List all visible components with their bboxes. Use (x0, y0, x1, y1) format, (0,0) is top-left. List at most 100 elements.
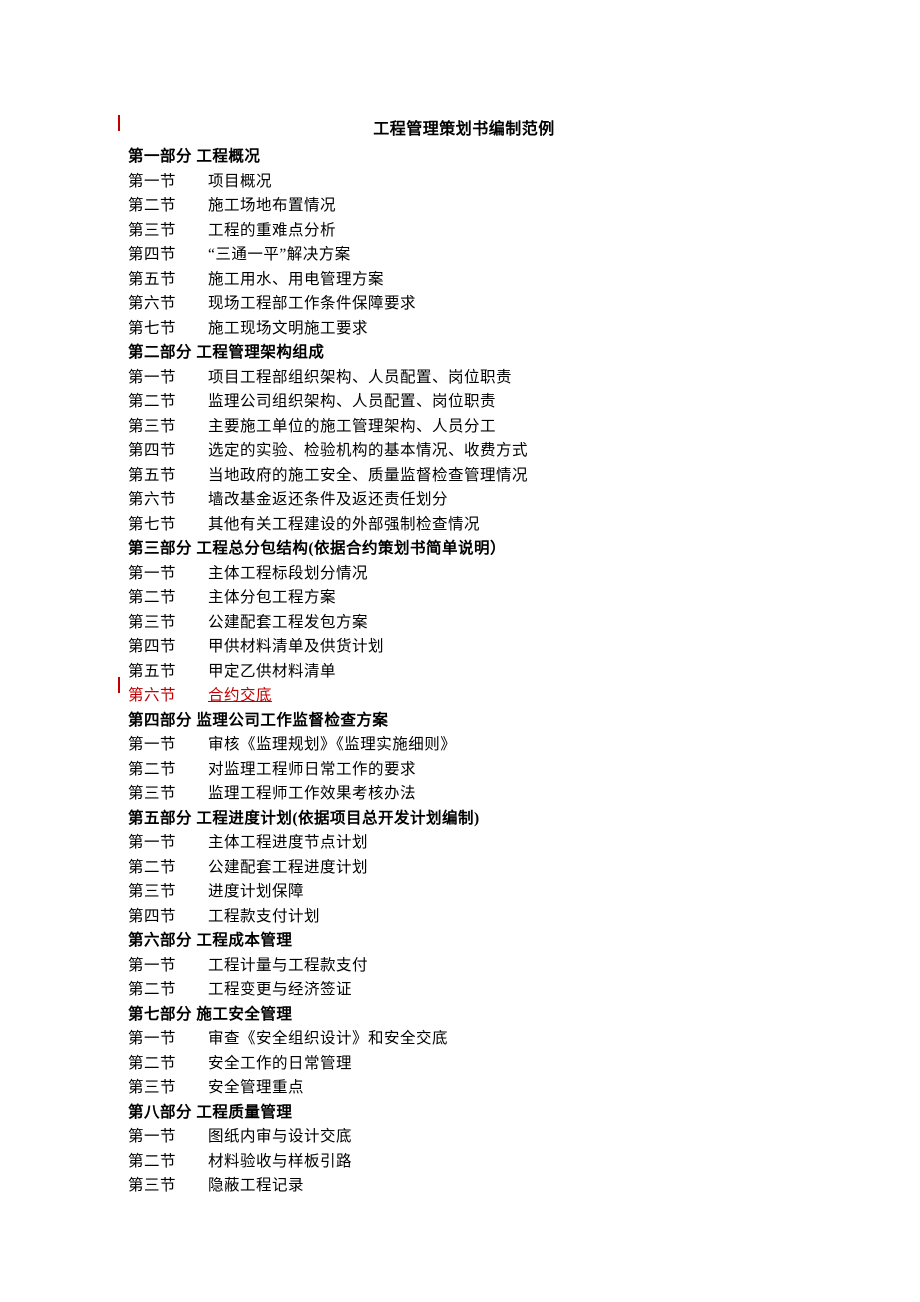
part-label: 第二部分 (128, 341, 192, 366)
section-label: 第二节 (128, 390, 208, 415)
section-label: 第一节 (128, 831, 208, 856)
section-label: 第四节 (128, 243, 208, 268)
section-label: 第七节 (128, 513, 208, 538)
section-row: 第四节“三通一平”解决方案 (128, 243, 800, 268)
section-text: 监理工程师工作效果考核办法 (208, 785, 416, 802)
section-row: 第二节公建配套工程进度计划 (128, 856, 800, 881)
section-text: 安全管理重点 (208, 1079, 304, 1096)
section-row: 第一节项目工程部组织架构、人员配置、岗位职责 (128, 366, 800, 391)
part-name: 工程管理架构组成 (196, 344, 324, 361)
part-header: 第五部分 工程进度计划(依据项目总开发计划编制) (128, 807, 800, 832)
section-label: 第一节 (128, 170, 208, 195)
section-row: 第二节安全工作的日常管理 (128, 1052, 800, 1077)
section-text: 甲供材料清单及供货计划 (208, 638, 384, 655)
part-name: 施工安全管理 (196, 1006, 292, 1023)
section-text: 当地政府的施工安全、质量监督检查管理情况 (208, 467, 528, 484)
section-text: 主体工程进度节点计划 (208, 834, 368, 851)
section-text: 其他有关工程建设的外部强制检查情况 (208, 516, 480, 533)
section-text: 工程变更与经济签证 (208, 981, 352, 998)
section-row: 第三节进度计划保障 (128, 880, 800, 905)
section-text: 项目工程部组织架构、人员配置、岗位职责 (208, 369, 512, 386)
section-row: 第一节工程计量与工程款支付 (128, 954, 800, 979)
section-label: 第二节 (128, 1150, 208, 1175)
part-label: 第一部分 (128, 145, 192, 170)
part-header: 第三部分 工程总分包结构(依据合约策划书简单说明） (128, 537, 800, 562)
section-label: 第四节 (128, 439, 208, 464)
section-text: 安全工作的日常管理 (208, 1055, 352, 1072)
section-row: 第五节当地政府的施工安全、质量监督检查管理情况 (128, 464, 800, 489)
section-label: 第一节 (128, 562, 208, 587)
section-row: 第一节审核《监理规划》《监理实施细则》 (128, 733, 800, 758)
section-row: 第四节工程款支付计划 (128, 905, 800, 930)
section-text: 对监理工程师日常工作的要求 (208, 761, 416, 778)
section-row: 第六节现场工程部工作条件保障要求 (128, 292, 800, 317)
edit-cursor-icon (118, 115, 120, 131)
section-row: 第一节图纸内审与设计交底 (128, 1125, 800, 1150)
section-row: 第二节施工场地布置情况 (128, 194, 800, 219)
section-text: 施工场地布置情况 (208, 197, 336, 214)
section-text: 施工现场文明施工要求 (208, 320, 368, 337)
section-text: 公建配套工程进度计划 (208, 859, 368, 876)
section-text: 图纸内审与设计交底 (208, 1128, 352, 1145)
section-label: 第四节 (128, 905, 208, 930)
section-label: 第二节 (128, 978, 208, 1003)
section-row: 第二节材料验收与样板引路 (128, 1150, 800, 1175)
document-page: 工程管理策划书编制范例 第一部分 工程概况第一节项目概况第二节施工场地布置情况第… (0, 0, 920, 1199)
section-label: 第三节 (128, 1174, 208, 1199)
section-label: 第三节 (128, 415, 208, 440)
section-row: 第一节主体工程标段划分情况 (128, 562, 800, 587)
section-row: 第二节对监理工程师日常工作的要求 (128, 758, 800, 783)
part-label: 第三部分 (128, 537, 192, 562)
part-name: 监理公司工作监督检查方案 (196, 712, 388, 729)
section-label: 第五节 (128, 660, 208, 685)
section-text: 进度计划保障 (208, 883, 304, 900)
part-header: 第四部分 监理公司工作监督检查方案 (128, 709, 800, 734)
section-text: 甲定乙供材料清单 (208, 663, 336, 680)
section-text: 隐蔽工程记录 (208, 1177, 304, 1194)
section-label: 第二节 (128, 758, 208, 783)
section-text: 工程的重难点分析 (208, 222, 336, 239)
section-label: 第一节 (128, 733, 208, 758)
section-label: 第一节 (128, 1125, 208, 1150)
part-header: 第六部分 工程成本管理 (128, 929, 800, 954)
section-text: 项目概况 (208, 173, 272, 190)
part-label: 第四部分 (128, 709, 192, 734)
part-header: 第一部分 工程概况 (128, 145, 800, 170)
section-row: 第一节主体工程进度节点计划 (128, 831, 800, 856)
section-text: 工程计量与工程款支付 (208, 957, 368, 974)
section-text: 墙改基金返还条件及返还责任划分 (208, 491, 448, 508)
section-label: 第三节 (128, 611, 208, 636)
section-text: 合约交底 (208, 687, 272, 704)
section-row: 第三节隐蔽工程记录 (128, 1174, 800, 1199)
section-row: 第五节施工用水、用电管理方案 (128, 268, 800, 293)
section-text: 工程款支付计划 (208, 908, 320, 925)
section-text: 材料验收与样板引路 (208, 1153, 352, 1170)
section-label: 第二节 (128, 856, 208, 881)
section-text: 主要施工单位的施工管理架构、人员分工 (208, 418, 496, 435)
section-row: 第五节甲定乙供材料清单 (128, 660, 800, 685)
part-header: 第七部分 施工安全管理 (128, 1003, 800, 1028)
section-text: 主体工程标段划分情况 (208, 565, 368, 582)
section-text: 现场工程部工作条件保障要求 (208, 295, 416, 312)
section-label: 第六节 (128, 488, 208, 513)
section-label: 第三节 (128, 880, 208, 905)
section-row: 第三节安全管理重点 (128, 1076, 800, 1101)
section-row: 第四节甲供材料清单及供货计划 (128, 635, 800, 660)
section-row: 第一节项目概况 (128, 170, 800, 195)
document-title: 工程管理策划书编制范例 (128, 115, 800, 139)
section-row: 第七节其他有关工程建设的外部强制检查情况 (128, 513, 800, 538)
section-label: 第一节 (128, 1027, 208, 1052)
edit-cursor-icon (118, 677, 120, 693)
part-label: 第七部分 (128, 1003, 192, 1028)
part-name: 工程总分包结构(依据合约策划书简单说明） (196, 540, 506, 557)
section-row: 第二节主体分包工程方案 (128, 586, 800, 611)
section-text: 主体分包工程方案 (208, 589, 336, 606)
section-label: 第四节 (128, 635, 208, 660)
section-row: 第七节施工现场文明施工要求 (128, 317, 800, 342)
section-row: 第三节工程的重难点分析 (128, 219, 800, 244)
toc-content: 第一部分 工程概况第一节项目概况第二节施工场地布置情况第三节工程的重难点分析第四… (128, 145, 800, 1199)
part-name: 工程进度计划(依据项目总开发计划编制) (196, 810, 479, 827)
section-text: 公建配套工程发包方案 (208, 614, 368, 631)
section-label: 第七节 (128, 317, 208, 342)
section-row: 第六节合约交底 (128, 684, 800, 709)
